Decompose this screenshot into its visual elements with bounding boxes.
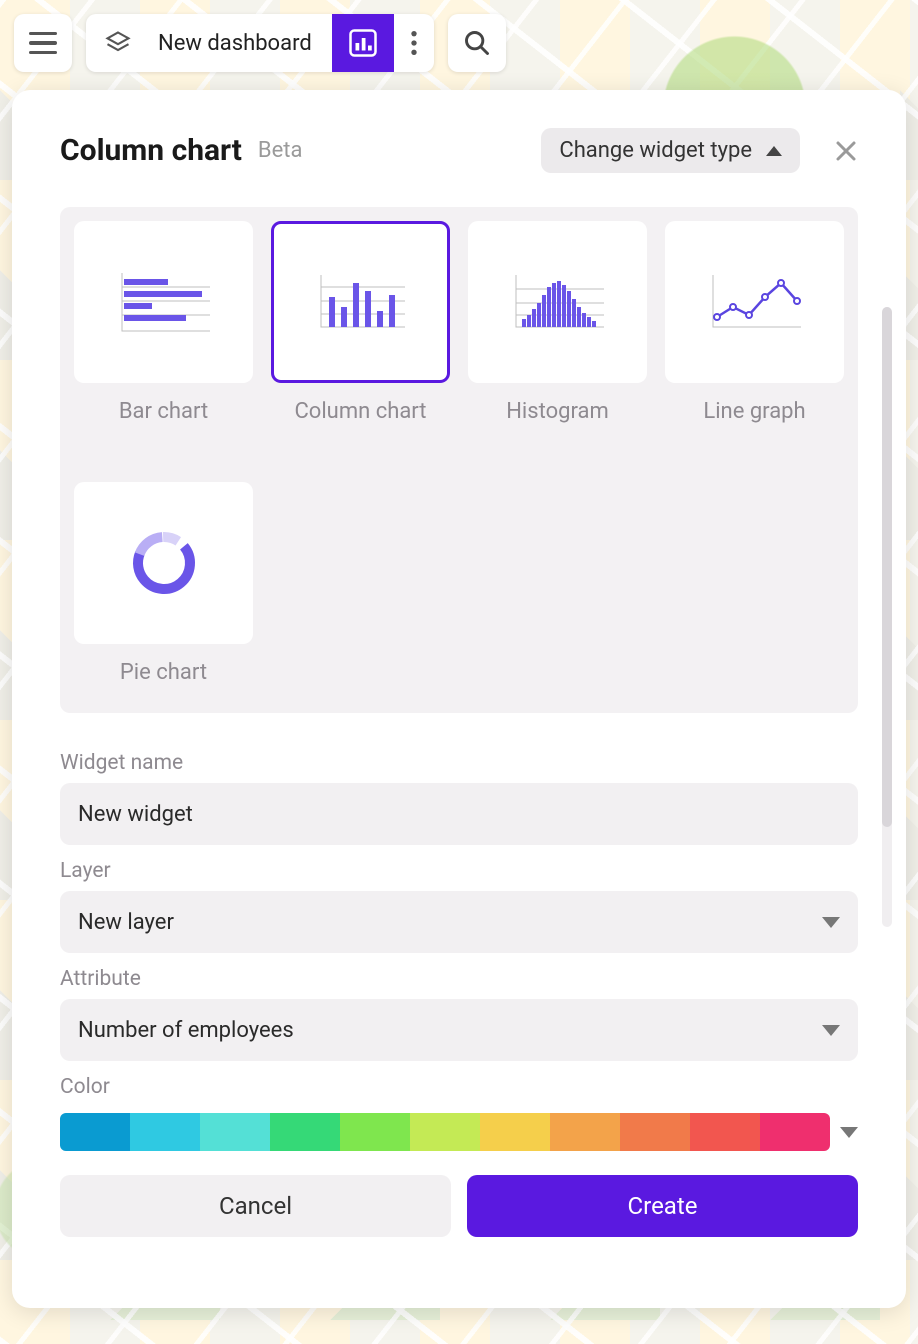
chevron-down-icon: [822, 917, 840, 928]
bar-chart-preview-icon: [114, 267, 214, 337]
modal-header: Column chart Beta Change widget type: [60, 128, 858, 173]
attribute-value: Number of employees: [78, 1018, 294, 1043]
color-swatch[interactable]: [480, 1113, 550, 1151]
line-graph-preview-icon: [705, 267, 805, 337]
color-swatch[interactable]: [550, 1113, 620, 1151]
pie-chart-preview-icon: [124, 523, 204, 603]
widget-type-picker: Bar chart: [60, 207, 858, 713]
change-widget-type-button[interactable]: Change widget type: [541, 128, 800, 173]
top-toolbar: New dashboard: [14, 14, 506, 72]
widget-config-modal: Column chart Beta Change widget type: [12, 90, 906, 1308]
color-swatch[interactable]: [760, 1113, 830, 1151]
cancel-button[interactable]: Cancel: [60, 1175, 451, 1237]
bar-chart-icon: [348, 28, 378, 58]
hamburger-icon: [29, 32, 57, 55]
color-swatch[interactable]: [620, 1113, 690, 1151]
attribute-select[interactable]: Number of employees: [60, 999, 858, 1061]
widget-name-label: Widget name: [60, 751, 858, 775]
widget-type-bar-chart[interactable]: Bar chart: [74, 221, 253, 424]
dots-vertical-icon: [410, 29, 418, 57]
chevron-down-icon: [822, 1025, 840, 1036]
color-palette-picker[interactable]: [60, 1113, 830, 1151]
widget-type-pie-chart[interactable]: Pie chart: [74, 482, 253, 685]
color-swatch[interactable]: [200, 1113, 270, 1151]
color-swatch[interactable]: [690, 1113, 760, 1151]
widget-type-line-graph[interactable]: Line graph: [665, 221, 844, 424]
dashboard-toolbar-group: New dashboard: [86, 14, 434, 72]
widget-type-label: Pie chart: [120, 660, 207, 685]
close-icon: [834, 139, 858, 163]
chevron-up-icon: [766, 146, 782, 156]
chevron-down-icon: [840, 1127, 858, 1138]
widget-type-label: Histogram: [506, 399, 609, 424]
widget-type-column-chart[interactable]: Column chart: [271, 221, 450, 424]
color-label: Color: [60, 1075, 858, 1099]
attribute-label: Attribute: [60, 967, 858, 991]
widget-type-label: Column chart: [294, 399, 426, 424]
search-button[interactable]: [448, 14, 506, 72]
widget-form: Widget name New widget Layer New layer A…: [60, 737, 858, 1237]
modal-title: Column chart: [60, 133, 242, 168]
layers-button[interactable]: [86, 14, 144, 72]
search-icon: [463, 29, 491, 57]
change-type-label: Change widget type: [559, 138, 752, 163]
layer-select[interactable]: New layer: [60, 891, 858, 953]
color-swatch[interactable]: [60, 1113, 130, 1151]
menu-button[interactable]: [14, 14, 72, 72]
scrollbar[interactable]: [882, 307, 892, 927]
layer-value: New layer: [78, 910, 174, 935]
beta-tag: Beta: [258, 138, 303, 163]
layers-icon: [104, 29, 132, 57]
column-chart-preview-icon: [311, 267, 411, 337]
chart-mode-button[interactable]: [332, 14, 394, 72]
widget-type-label: Bar chart: [119, 399, 208, 424]
widget-type-label: Line graph: [703, 399, 805, 424]
close-button[interactable]: [834, 139, 858, 163]
layer-label: Layer: [60, 859, 858, 883]
color-swatch[interactable]: [270, 1113, 340, 1151]
widget-name-value: New widget: [78, 802, 193, 827]
dashboard-title[interactable]: New dashboard: [144, 14, 332, 72]
histogram-preview-icon: [508, 267, 608, 337]
create-button[interactable]: Create: [467, 1175, 858, 1237]
widget-type-histogram[interactable]: Histogram: [468, 221, 647, 424]
footer-buttons: Cancel Create: [60, 1175, 858, 1237]
color-swatch[interactable]: [340, 1113, 410, 1151]
color-swatch[interactable]: [130, 1113, 200, 1151]
widget-name-input[interactable]: New widget: [60, 783, 858, 845]
more-options-button[interactable]: [394, 14, 434, 72]
color-swatch[interactable]: [410, 1113, 480, 1151]
